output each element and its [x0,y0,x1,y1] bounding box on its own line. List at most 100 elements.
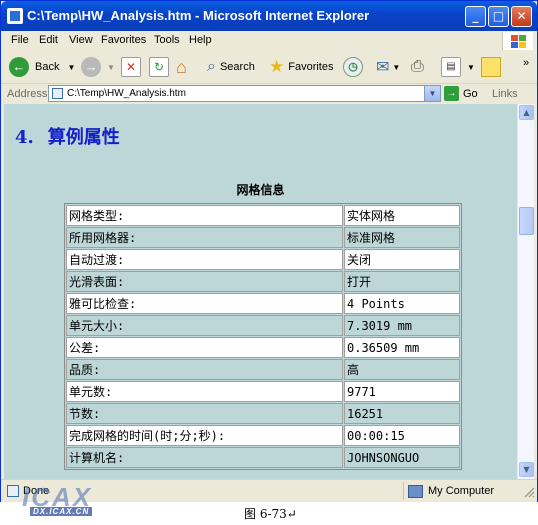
address-input[interactable]: C:\Temp\HW_Analysis.htm ▼ [48,85,441,102]
stop-icon: ✕ [121,57,141,77]
row-value: JOHNSONGUO [344,447,460,468]
scroll-thumb[interactable] [519,207,534,235]
row-key: 网格类型: [66,205,343,226]
mail-dropdown-icon[interactable]: ▼ [392,63,400,72]
go-label: Go [463,87,478,100]
mesh-info-table: 网格类型: 实体网格 所用网格器: 标准网格 自动过渡: 关闭 光滑表面: 打开 雅可比… [64,203,462,470]
menu-view[interactable]: View [69,34,93,46]
row-value: 4 Points [344,293,460,314]
back-label: Back [35,61,60,73]
back-arrow-icon: ← [9,57,29,77]
row-key: 节数: [66,403,343,424]
links-toolbar[interactable]: Links [492,88,518,100]
table-row: 完成网格的时间(时;分;秒): 00:00:15 [66,425,460,446]
row-key: 所用网格器: [66,227,343,248]
minimize-button[interactable]: _ [465,6,486,27]
search-icon: ⌕ [207,58,216,75]
refresh-icon: ↻ [149,57,169,77]
maximize-button[interactable]: □ [488,6,509,27]
favorites-label: Favorites [288,61,334,73]
back-button[interactable]: ← Back ▼ [9,55,75,79]
resize-grip-icon[interactable] [523,486,535,498]
row-key: 自动过渡: [66,249,343,270]
row-key: 计算机名: [66,447,343,468]
zone-label: My Computer [428,485,495,497]
watermark-url: DX.ICAX.CN [30,507,93,516]
title-bar[interactable]: C:\Temp\HW_Analysis.htm - Microsoft Inte… [1,1,537,31]
section-title: 算例属性 [47,127,120,148]
forward-dropdown-icon[interactable]: ▼ [107,63,115,72]
row-value: 打开 [344,271,460,292]
note-icon [481,57,501,77]
print-icon: ⎙ [411,58,424,75]
row-key: 完成网格的时间(时;分;秒): [66,425,343,446]
forward-button[interactable]: → ▼ [81,55,115,79]
address-bar: Address C:\Temp\HW_Analysis.htm ▼ → Go L… [1,84,537,104]
mail-button[interactable]: ✉ ▼ [376,55,400,79]
close-button[interactable]: ✕ [511,6,532,27]
security-zone: My Computer [403,482,494,500]
table-row: 自动过渡: 关闭 [66,249,460,270]
edit-dropdown-icon[interactable]: ▼ [467,63,475,72]
go-button[interactable]: → Go [444,85,486,102]
address-label: Address [7,88,48,100]
row-value: 实体网格 [344,205,460,226]
edit-page-icon: ▤ [441,57,461,77]
table-row: 单元数: 9771 [66,381,460,402]
table-row: 节数: 16251 [66,403,460,424]
refresh-button[interactable]: ↻ [149,55,169,79]
toolbar: ← Back ▼ → ▼ ✕ ↻ ⌂ ⌕ Search ★ Favorites … [1,51,537,84]
mail-icon: ✉ [376,59,390,76]
scroll-down-icon[interactable]: ▼ [519,462,534,477]
row-value: 高 [344,359,460,380]
go-arrow-icon: → [444,86,459,101]
row-key: 公差: [66,337,343,358]
table-row: 计算机名: JOHNSONGUO [66,447,460,468]
search-button[interactable]: ⌕ Search [207,55,255,79]
page-content: 4. 算例属性 网格信息 网格类型: 实体网格 所用网格器: 标准网格 自动过渡: 关闭… [4,104,517,479]
table-row: 雅可比检查: 4 Points [66,293,460,314]
discuss-button[interactable] [481,55,501,79]
menu-file[interactable]: File [11,34,29,46]
history-button[interactable]: ◷ [343,55,363,79]
row-value: 0.36509 mm [344,337,460,358]
icax-watermark: ICAX DX.ICAX.CN [8,476,128,520]
row-key: 单元大小: [66,315,343,336]
back-dropdown-icon[interactable]: ▼ [67,63,75,72]
menu-favorites[interactable]: Favorites [101,34,146,46]
vertical-scrollbar[interactable]: ▲ ▼ [517,104,534,479]
home-button[interactable]: ⌂ [176,55,187,79]
menu-help[interactable]: Help [189,34,212,46]
row-value: 9771 [344,381,460,402]
stop-button[interactable]: ✕ [121,55,141,79]
table-row: 所用网格器: 标准网格 [66,227,460,248]
menu-edit[interactable]: Edit [39,34,58,46]
menu-tools[interactable]: Tools [154,34,180,46]
row-value: 00:00:15 [344,425,460,446]
forward-arrow-icon: → [81,57,101,77]
address-dropdown-icon[interactable]: ▼ [424,86,440,101]
row-value: 关闭 [344,249,460,270]
table-row: 网格类型: 实体网格 [66,205,460,226]
scroll-up-icon[interactable]: ▲ [519,105,534,120]
star-icon: ★ [269,57,285,76]
windows-logo-icon [502,32,533,50]
edit-button[interactable]: ▤ ▼ [441,55,475,79]
window-title: C:\Temp\HW_Analysis.htm - Microsoft Inte… [27,8,370,23]
ie-page-icon [7,8,23,24]
section-number: 4. [15,127,34,148]
table-caption: 网格信息 [236,183,285,197]
figure-caption: 图 6-73↵ [244,507,297,521]
row-value: 标准网格 [344,227,460,248]
ie-window: C:\Temp\HW_Analysis.htm - Microsoft Inte… [0,0,538,502]
home-icon: ⌂ [176,56,187,77]
table-row: 公差: 0.36509 mm [66,337,460,358]
page-icon [52,88,63,99]
section-heading: 4. 算例属性 [15,123,120,149]
row-key: 光滑表面: [66,271,343,292]
favorites-button[interactable]: ★ Favorites [269,55,334,79]
row-value: 7.3019 mm [344,315,460,336]
print-button[interactable]: ⎙ [411,55,424,79]
toolbar-overflow-icon[interactable]: » [523,51,529,75]
table-row: 光滑表面: 打开 [66,271,460,292]
